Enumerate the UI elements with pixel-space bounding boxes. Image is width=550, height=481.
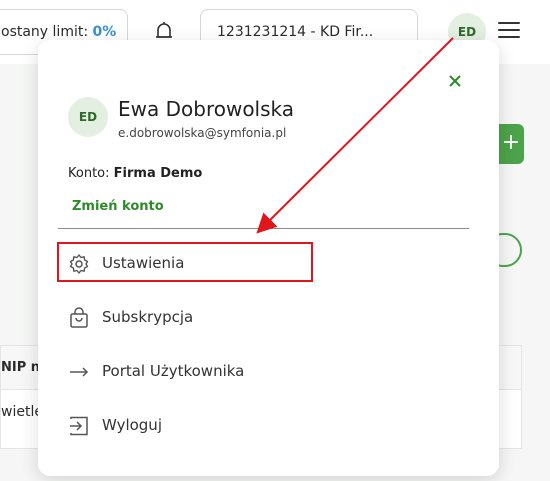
menu-item-logout[interactable]: Wyloguj	[58, 405, 469, 445]
limit-value: 0%	[92, 24, 117, 40]
avatar: ED	[68, 97, 108, 137]
logout-icon	[68, 415, 90, 437]
chevron-down-icon	[389, 26, 403, 49]
account-value: Firma Demo	[113, 166, 203, 181]
close-icon[interactable]	[444, 70, 466, 92]
company-select-value: 1231231214 - KD Fir...	[217, 24, 374, 40]
menu-item-user-portal[interactable]: Portal Użytkownika	[58, 351, 469, 391]
limit-label: ostany limit:	[1, 24, 89, 40]
account-info: Konto: Firma Demo	[68, 166, 202, 181]
user-email: e.dobrowolska@symfonia.pl	[118, 126, 287, 140]
menu-item-label: Subskrypcja	[102, 308, 194, 326]
menu-icon[interactable]	[498, 22, 520, 42]
arrow-right-icon	[68, 361, 90, 383]
shopping-bag-icon	[68, 307, 90, 329]
menu-item-label: Portal Użytkownika	[102, 362, 245, 380]
account-label: Konto:	[68, 166, 110, 181]
menu-item-label: Wyloguj	[102, 416, 162, 434]
highlight-box	[57, 242, 313, 282]
change-account-link[interactable]: Zmień konto	[72, 199, 164, 214]
user-name: Ewa Dobrowolska	[118, 97, 295, 121]
menu-item-subscription[interactable]: Subskrypcja	[58, 297, 469, 337]
divider	[58, 228, 469, 229]
